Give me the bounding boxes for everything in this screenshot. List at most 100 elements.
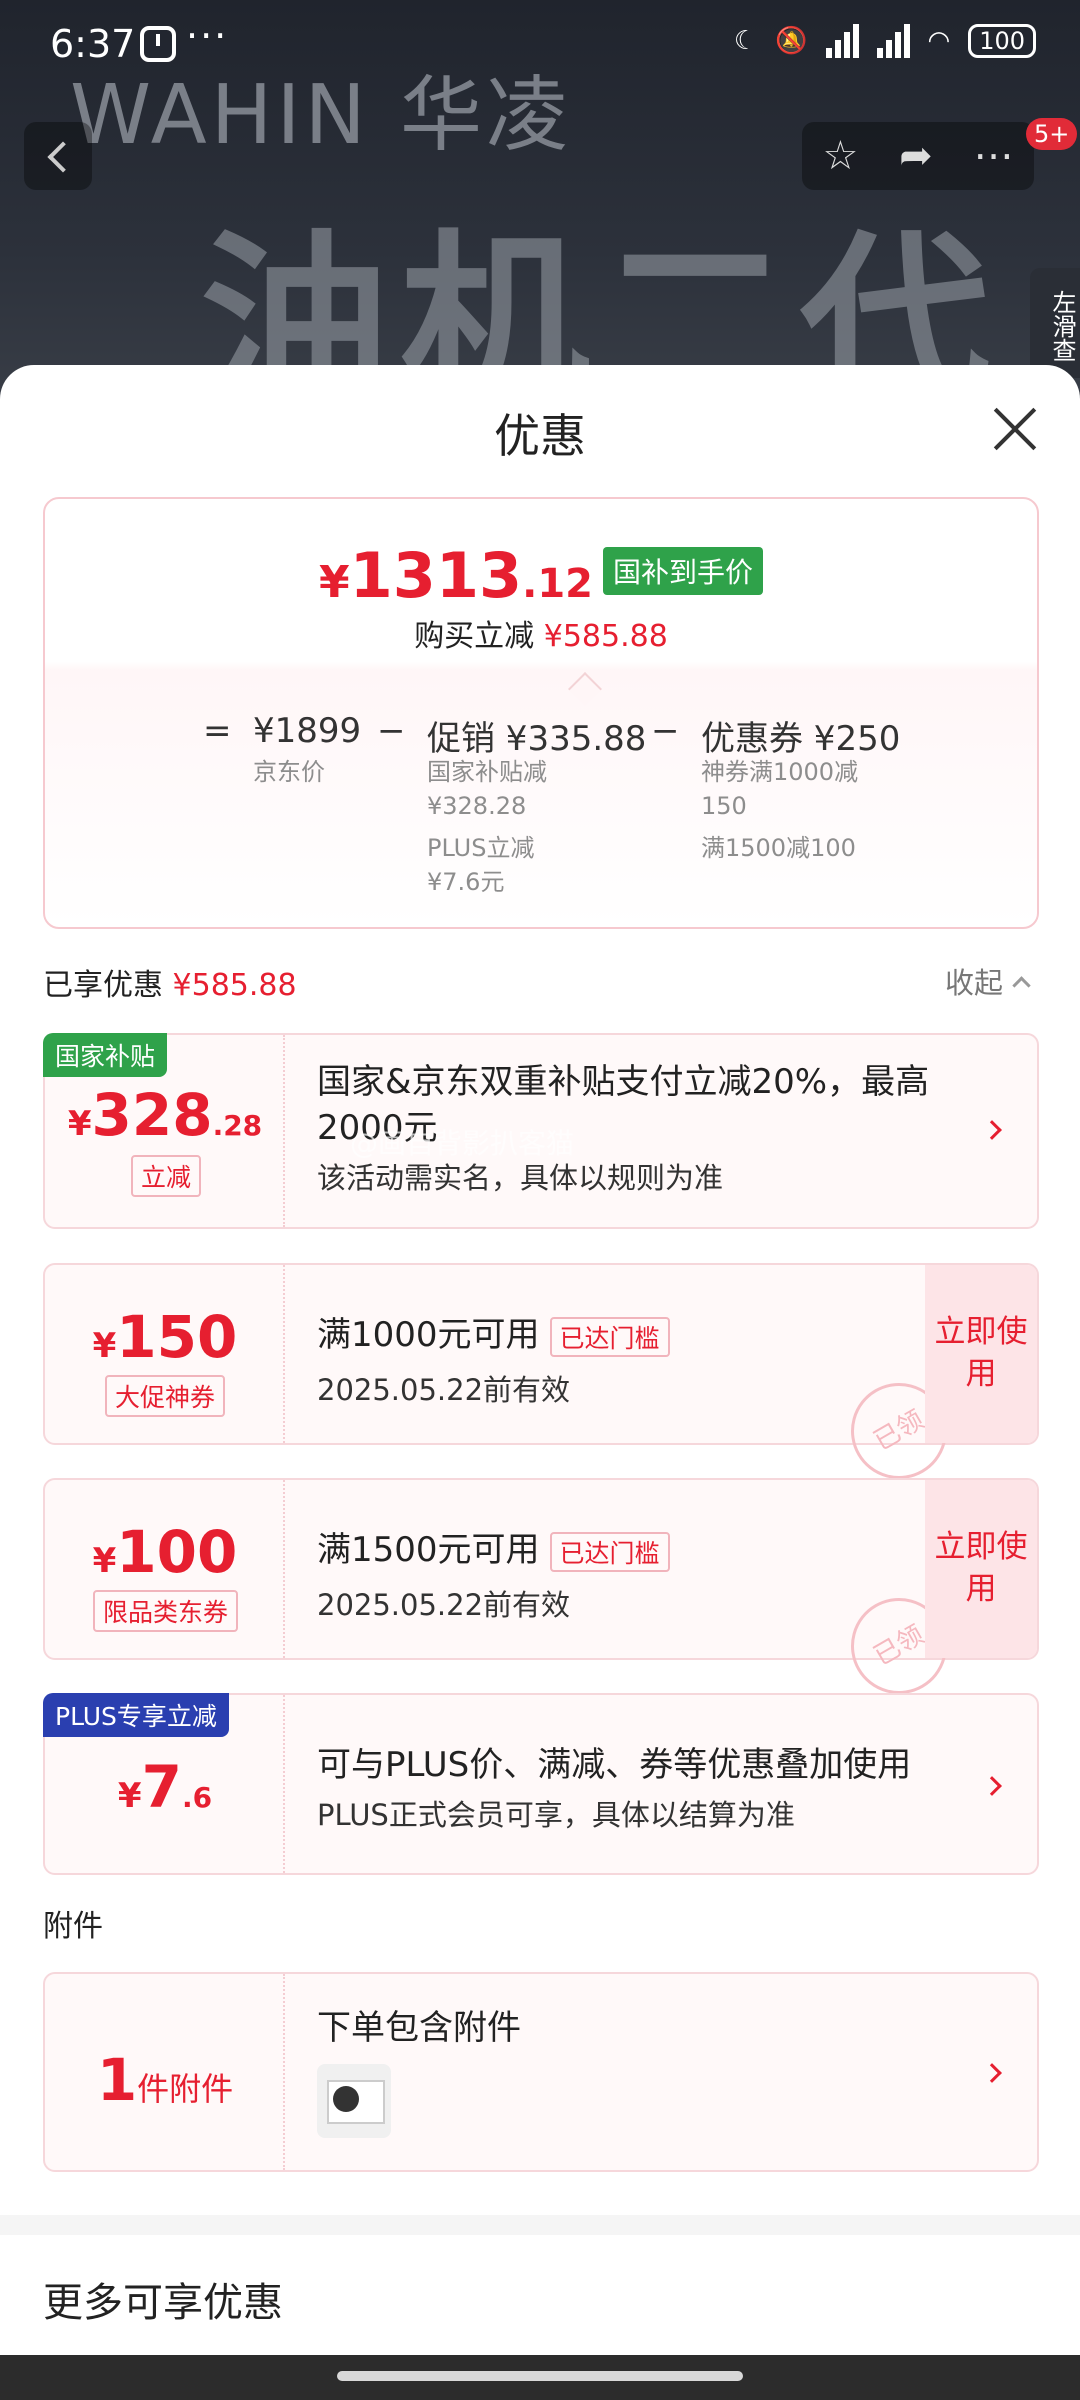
air-conditioner-outdoor-unit-thumbnail (317, 2064, 391, 2138)
back-button[interactable] (24, 122, 92, 190)
plus-card[interactable]: PLUS专享立减 ¥7.6 可与PLUS价、满减、券等优惠叠加使用 PLUS正式… (43, 1693, 1039, 1875)
enjoyed-header: 已享优惠 ¥585.88 (43, 960, 297, 1004)
attachment-count-num: 1 (96, 2046, 138, 2114)
coupon-150-text: 满1000元可用 已达门槛 2025.05.22前有效 (317, 1307, 670, 1409)
coupon-100-title: 满1500元可用 已达门槛 (317, 1522, 670, 1572)
amount-dec: .6 (181, 1781, 213, 1814)
attachments-heading: 附件 (43, 1909, 103, 1944)
enjoyed-label: 已享优惠 (43, 968, 163, 1003)
subsidy-tag: 国家补贴 (43, 1033, 168, 1077)
amount-int: 328 (91, 1081, 213, 1149)
watermark: @画自背影扒客猫 (350, 1127, 575, 1160)
coupon-100-text: 满1500元可用 已达门槛 2025.05.22前有效 (317, 1522, 670, 1624)
use-now-button[interactable]: 立即使用 (925, 1265, 1037, 1443)
moon-icon: ☾ (733, 26, 758, 56)
yen-symbol: ¥ (92, 1326, 117, 1366)
star-icon[interactable]: ☆ (822, 133, 858, 179)
attachment-unit: 件附件 (137, 2070, 234, 2108)
attachment-text: 下单包含附件 (317, 2000, 521, 2049)
mute-icon: 🔕 (775, 26, 808, 56)
top-actions: ☆ ➦ ⋯ (802, 122, 1034, 190)
coupon-100-condition: 满1500元可用 (317, 1530, 540, 1570)
product-page-background: WAHIN 华凌 油机二代 6:37 ··· ☾ 🔕 ◠ 100 ☆ ➦ ⋯ 5… (0, 0, 1080, 420)
coupon-100-amount: ¥100 (45, 1518, 285, 1586)
coupon-card-100[interactable]: ¥100 限品类东券 满1500元可用 已达门槛 2025.05.22前有效 已领… (43, 1478, 1039, 1712)
amount-int: 150 (116, 1303, 238, 1371)
home-indicator[interactable] (337, 2371, 743, 2381)
coupon-amount: 优惠券 ¥250 (701, 719, 901, 759)
attachment-title: 下单包含附件 (317, 2008, 521, 2048)
instant-reduce-tag: 立减 (131, 1155, 202, 1197)
collapse-button[interactable]: 收起 (945, 960, 1028, 1002)
close-icon[interactable] (993, 407, 1037, 451)
threshold-reached-tag: 已达门槛 (549, 1531, 670, 1572)
promo-sub2-value: ¥7.6元 (427, 868, 505, 896)
coupon-card-150[interactable]: ¥150 大促神券 满1000元可用 已达门槛 2025.05.22前有效 已领 … (43, 1263, 1039, 1497)
jd-price-label: 京东价 (253, 758, 325, 786)
jd-price: ¥1899 (253, 711, 362, 751)
saving-label: 购买立减 (414, 619, 535, 654)
minus-sign: − (377, 711, 406, 751)
plus-desc: PLUS正式会员可享，具体以结算为准 (317, 1798, 795, 1832)
promo-sub1: 国家补贴减 (427, 758, 547, 786)
coupon-150-type: 大促神券 (105, 1375, 226, 1417)
final-price: ¥1313.12 国补到手价 (45, 539, 1037, 612)
more-notifications-icon: ··· (186, 14, 229, 58)
minus-sign-2: − (651, 711, 680, 751)
currency-symbol: ¥ (318, 557, 350, 608)
status-bar: 6:37 ··· ☾ 🔕 ◠ 100 (0, 0, 1080, 90)
status-time: 6:37 (50, 22, 136, 66)
coupon-sub1-value: 150 (701, 792, 747, 820)
chevron-right-icon (982, 2063, 1002, 2083)
coupon-150-title: 满1000元可用 已达门槛 (317, 1307, 670, 1357)
promo-sub1-value: ¥328.28 (427, 792, 527, 820)
coupon-150-expiry: 2025.05.22前有效 (317, 1372, 571, 1407)
saving-line: 购买立减 ¥585.88 (45, 611, 1037, 655)
promo-sub2: PLUS立减 (427, 834, 535, 862)
share-icon[interactable]: ➦ (899, 133, 933, 179)
attachment-count: 1件附件 (45, 2046, 285, 2114)
sheet-title: 优惠 (494, 409, 586, 463)
gesture-bar (0, 2355, 1080, 2400)
subsidy-price-tag: 国补到手价 (603, 547, 764, 595)
promo-amount: 促销 ¥335.88 (427, 719, 647, 759)
yen-symbol: ¥ (67, 1104, 92, 1144)
subsidy-amount: ¥328.28 (45, 1081, 285, 1149)
caret (568, 672, 602, 706)
coupon-150-amount: ¥150 (45, 1303, 285, 1371)
attachment-card[interactable]: 1件附件 下单包含附件 (43, 1972, 1039, 2172)
side-tab[interactable]: 左滑查 (1030, 268, 1080, 378)
signal-2-icon (876, 24, 910, 58)
equals-sign: = (203, 711, 232, 751)
use-now-button[interactable]: 立即使用 (925, 1480, 1037, 1658)
coupon-sub1: 神券满1000减 (701, 758, 859, 786)
final-price-dec: .12 (522, 561, 594, 607)
plus-text: 可与PLUS价、满减、券等优惠叠加使用 PLUS正式会员可享，具体以结算为准 (317, 1737, 911, 1834)
plus-amount: ¥7.6 (45, 1753, 285, 1821)
enjoyed-value: ¥585.88 (172, 968, 297, 1003)
plus-title: 可与PLUS价、满减、券等优惠叠加使用 (317, 1745, 912, 1785)
status-icons: ☾ 🔕 ◠ 100 (734, 24, 1036, 58)
clock-icon (140, 26, 176, 62)
section-divider (0, 2215, 1080, 2235)
amount-int: 100 (116, 1518, 238, 1586)
amount-int: 7 (141, 1753, 182, 1821)
plus-tag: PLUS专享立减 (43, 1693, 229, 1737)
amount-dec: .28 (212, 1109, 263, 1142)
coupon-100-expiry: 2025.05.22前有效 (317, 1587, 571, 1622)
wifi-icon: ◠ (927, 26, 951, 56)
battery-icon: 100 (968, 24, 1036, 58)
yen-symbol: ¥ (92, 1541, 117, 1581)
final-price-int: 1313 (349, 539, 523, 612)
saving-value: ¥585.88 (543, 619, 668, 654)
coupon-100-type: 限品类东券 (93, 1590, 239, 1632)
chevron-right-icon (982, 1776, 1002, 1796)
yen-symbol: ¥ (117, 1776, 142, 1816)
more-offers-heading: 更多可享优惠 (43, 2280, 283, 2326)
threshold-reached-tag: 已达门槛 (549, 1316, 670, 1357)
offers-sheet: 优惠 ¥1313.12 国补到手价 购买立减 ¥585.88 = ¥1899 京东… (0, 365, 1080, 2355)
more-icon[interactable]: ⋯ (974, 133, 1014, 179)
coupon-150-condition: 满1000元可用 (317, 1315, 540, 1355)
signal-icon (825, 24, 859, 58)
chevron-right-icon (982, 1120, 1002, 1140)
